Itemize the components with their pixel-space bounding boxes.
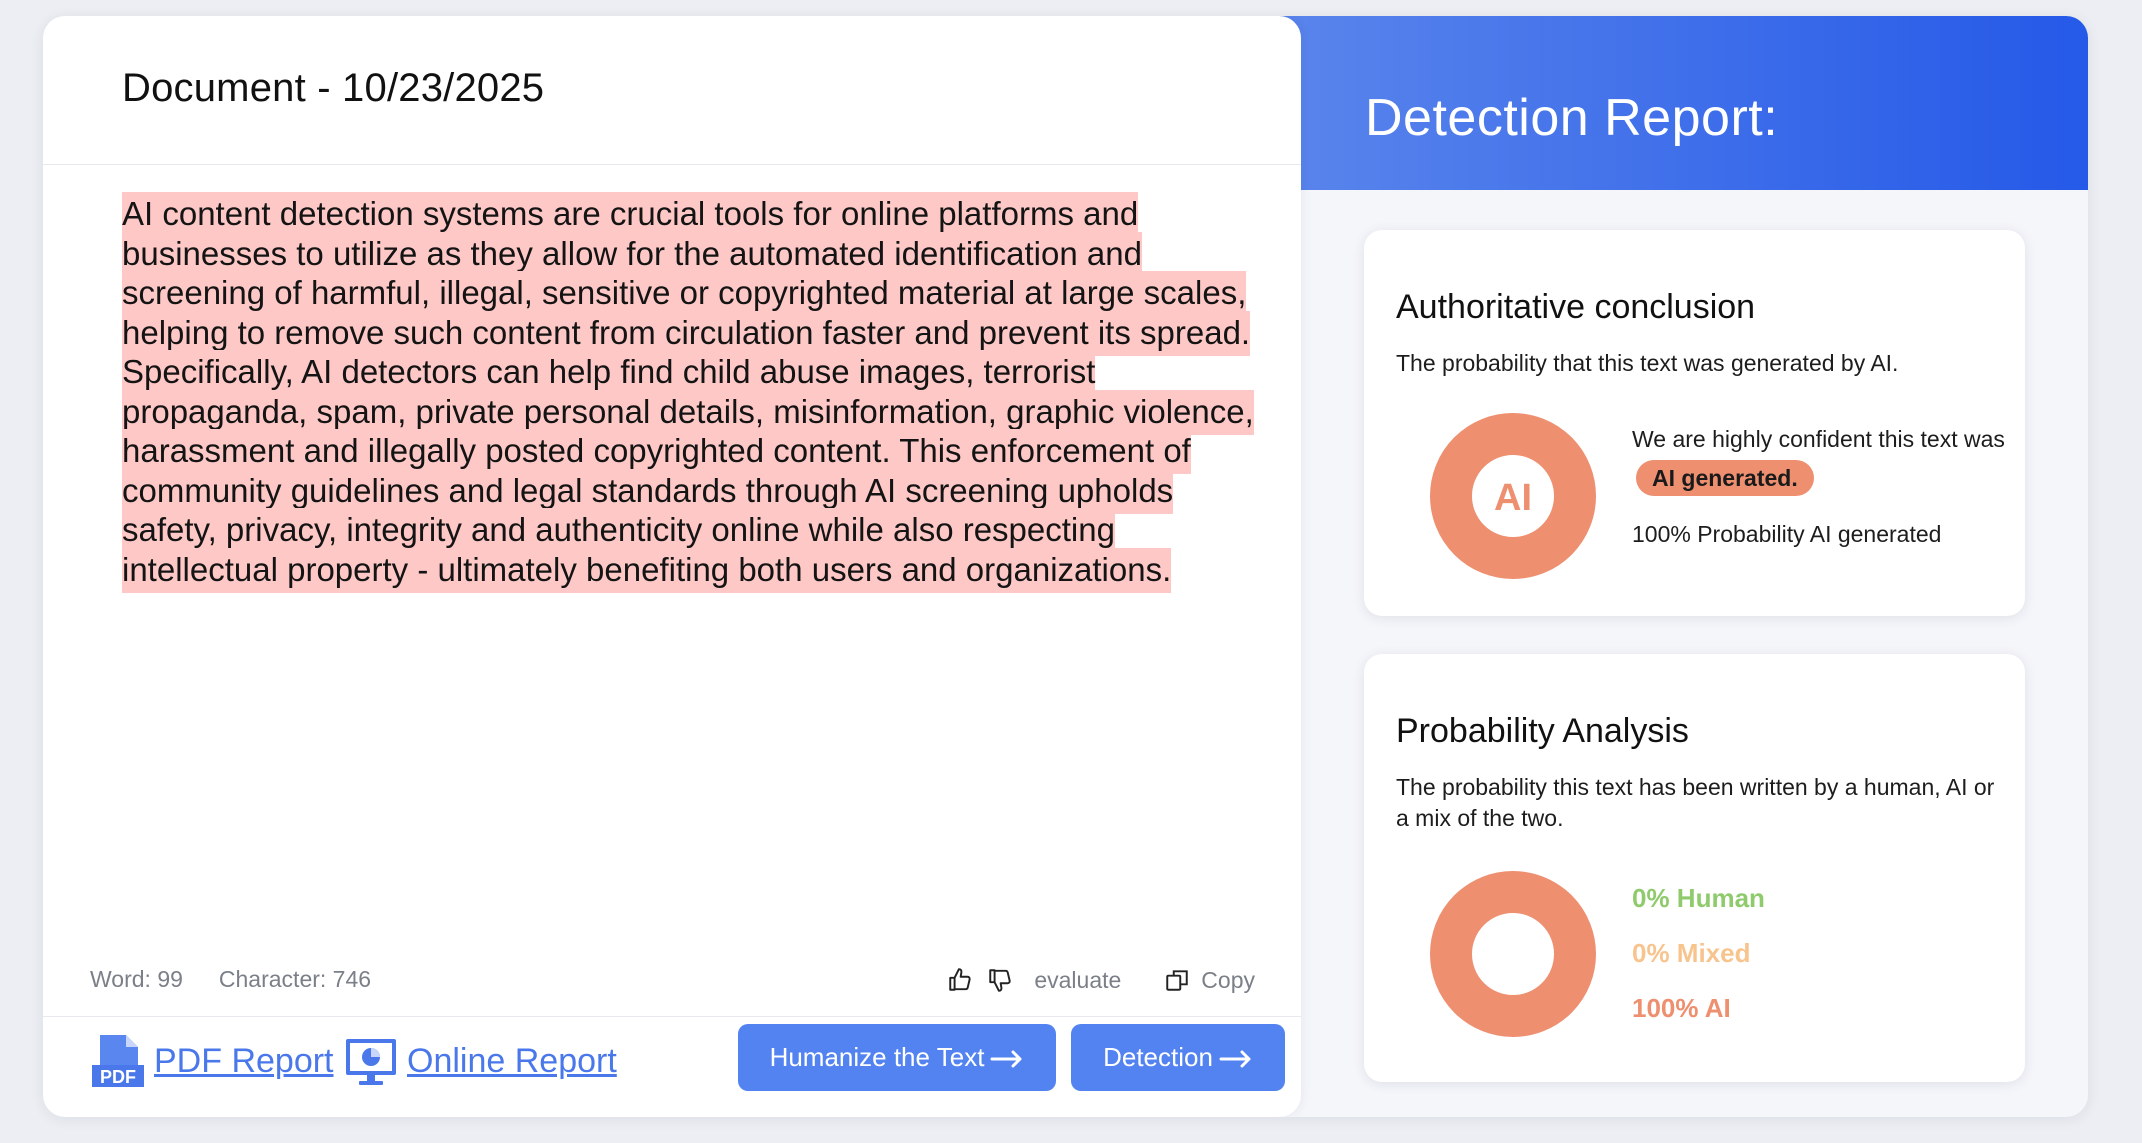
document-text-area[interactable]: AI content detection systems are crucial… — [122, 192, 1272, 593]
humanize-text-button[interactable]: Humanize the Text — [738, 1024, 1056, 1091]
character-count: Character: 746 — [218, 966, 372, 992]
copy-button[interactable]: Copy — [1163, 966, 1255, 994]
analysis-heading: Probability Analysis — [1396, 712, 1689, 750]
copy-label: Copy — [1201, 966, 1255, 993]
confidence-statement: We are highly confident this text was AI… — [1632, 420, 2012, 498]
monitor-chart-icon — [346, 1039, 396, 1085]
ai-percent-label: 100% AI — [1632, 993, 1731, 1023]
document-title: Document - 10/23/2025 — [122, 66, 545, 110]
thumbs-up-icon[interactable] — [946, 966, 974, 994]
word-count: Word: 99 — [90, 966, 183, 992]
svg-text:PDF: PDF — [100, 1067, 136, 1087]
app-frame: Document - 10/23/2025 AI content detecti… — [43, 16, 2088, 1117]
confidence-prefix: We are highly confident this text was — [1632, 426, 2005, 452]
text-stats: Word: 99 Character: 746 — [90, 966, 371, 993]
mixed-percent-label: 0% Mixed — [1632, 938, 1751, 968]
conclusion-heading: Authoritative conclusion — [1396, 288, 1756, 326]
conclusion-subtitle: The probability that this text was gener… — [1396, 350, 1899, 376]
human-percent-label: 0% Human — [1632, 883, 1765, 913]
probability-text: 100% Probability AI generated — [1632, 521, 1942, 547]
probability-analysis-card: Probability Analysis The probability thi… — [1364, 654, 2025, 1082]
pdf-report-link[interactable]: PDF PDF Report — [90, 1033, 334, 1089]
arrow-right-icon — [1219, 1050, 1251, 1067]
thumbs-down-icon[interactable] — [986, 966, 1014, 994]
pdf-icon: PDF — [92, 1035, 144, 1087]
document-panel: Document - 10/23/2025 AI content detecti… — [43, 16, 1301, 1117]
copy-icon — [1163, 966, 1191, 994]
donut-center-label: AI — [1494, 477, 1532, 519]
analysis-subtitle: The probability this text has been writt… — [1396, 774, 1995, 831]
divider — [43, 164, 1301, 165]
humanize-button-label: Humanize the Text — [769, 1042, 985, 1072]
pdf-report-label: PDF Report — [154, 1041, 334, 1080]
report-title: Detection Report: — [1365, 89, 1779, 147]
ai-probability-donut: AI — [1430, 413, 1596, 579]
divider — [43, 1016, 1301, 1017]
verdict-badge: AI generated. — [1636, 460, 1814, 496]
conclusion-card: Authoritative conclusion The probability… — [1364, 230, 2025, 616]
probability-breakdown-donut — [1430, 871, 1596, 1037]
online-report-link[interactable]: Online Report — [343, 1033, 617, 1089]
evaluate-label[interactable]: evaluate — [1034, 967, 1121, 994]
highlighted-ai-text: AI content detection systems are crucial… — [122, 192, 1254, 593]
detection-button-label: Detection — [1103, 1042, 1213, 1072]
detection-button[interactable]: Detection — [1071, 1024, 1285, 1091]
arrow-right-icon — [990, 1050, 1022, 1067]
text-actions: evaluate Copy — [946, 966, 1255, 994]
online-report-label: Online Report — [407, 1041, 617, 1080]
